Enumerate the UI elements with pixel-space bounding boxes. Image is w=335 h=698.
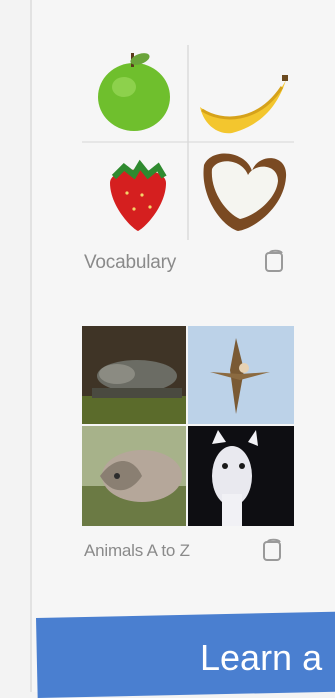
animals-card[interactable]: Animals A to Z [82,326,297,576]
strawberry-image [110,159,167,231]
alpaca-image [188,426,294,526]
vocabulary-label: Vocabulary [84,252,177,273]
armadillo-image [82,426,186,526]
copy-icon[interactable] [262,537,284,563]
vocabulary-card[interactable]: Vocabulary [82,45,297,285]
alligator-image [82,326,186,424]
animals-image-grid [82,326,294,526]
apple-image [98,53,170,131]
banana-image [200,75,288,134]
learn-button-label[interactable]: Learn a [200,637,322,679]
bird-image [188,326,294,424]
coconut-image [203,153,287,231]
animals-label: Animals A to Z [84,541,190,560]
vocabulary-image-grid [82,45,294,240]
copy-icon[interactable] [264,248,286,274]
